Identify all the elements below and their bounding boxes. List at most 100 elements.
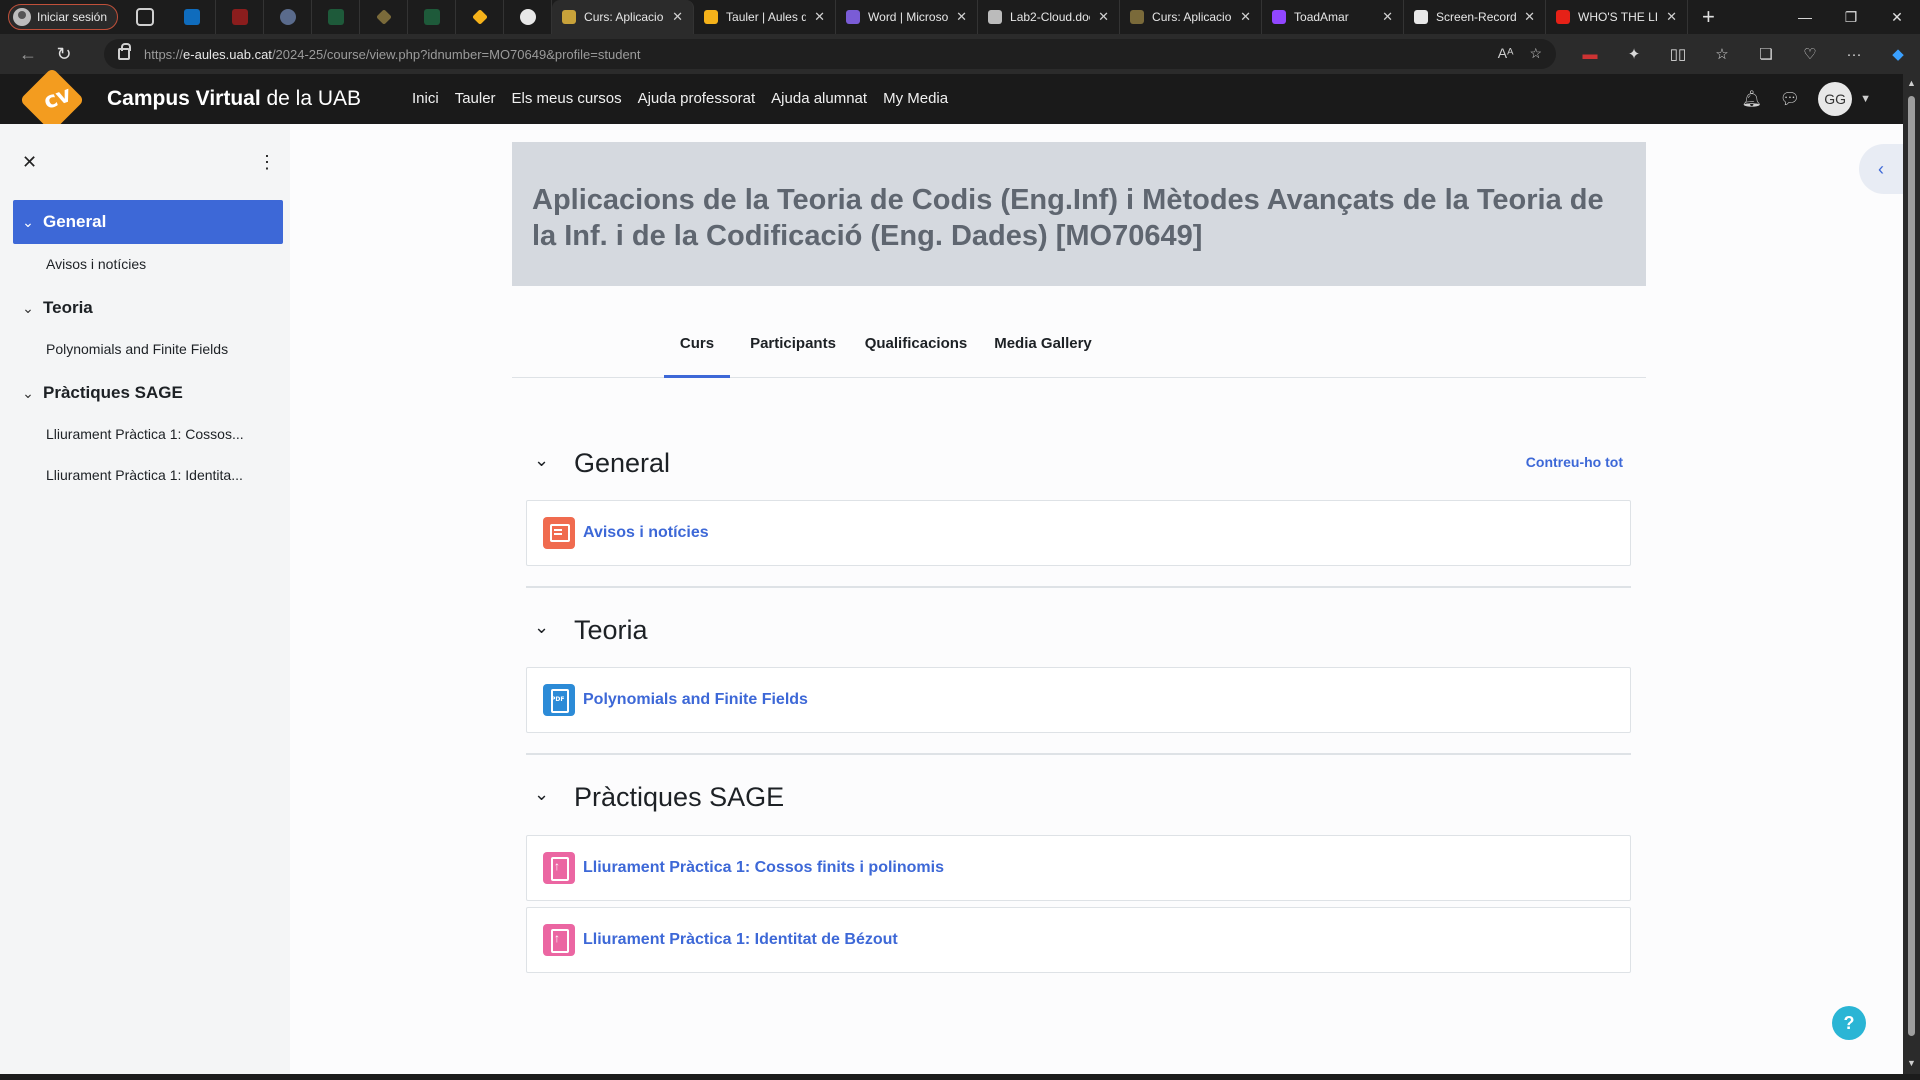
close-window-button[interactable]: ✕ bbox=[1874, 0, 1920, 34]
collections-icon[interactable]: ❏ bbox=[1744, 45, 1788, 63]
nav-item[interactable]: My Media bbox=[883, 90, 948, 107]
drawer-section-practiques[interactable]: ⌄ Pràctiques SAGE bbox=[13, 371, 283, 415]
chevron-down-icon[interactable]: ▼ bbox=[1860, 93, 1871, 105]
browser-tab[interactable]: ToadAmar ✕ bbox=[1262, 0, 1405, 34]
section-divider bbox=[526, 586, 1631, 588]
extensions-icon[interactable]: ✦ bbox=[1612, 45, 1656, 63]
tab-label: ToadAmar bbox=[1294, 10, 1349, 24]
close-tab-icon[interactable]: ✕ bbox=[1666, 9, 1677, 25]
chevron-down-icon[interactable]: ⌄ bbox=[534, 784, 549, 805]
read-aloud-icon[interactable]: Aᴬ bbox=[1498, 45, 1514, 62]
page-scrollbar[interactable]: ▲ ▼ bbox=[1903, 74, 1920, 1074]
pinned-tab-moodle[interactable] bbox=[360, 0, 409, 34]
drawer-item-polynomials[interactable]: Polynomials and Finite Fields bbox=[46, 341, 228, 357]
messages-icon[interactable]: 💬︎ bbox=[1780, 89, 1800, 109]
drawer-item-practica-cossos[interactable]: Lliurament Pràctica 1: Cossos... bbox=[46, 426, 244, 442]
drawer-section-general[interactable]: ⌄ General bbox=[13, 200, 283, 244]
section-title: Teoria bbox=[574, 615, 648, 645]
close-tab-icon[interactable]: ✕ bbox=[672, 9, 683, 25]
activity-polynomials[interactable]: Polynomials and Finite Fields bbox=[526, 667, 1631, 733]
tab-label: WHO'S THE LIAR bbox=[1578, 10, 1659, 24]
user-avatar[interactable]: GG bbox=[1818, 82, 1853, 116]
section-title: General bbox=[574, 448, 671, 478]
browser-tab[interactable]: Curs: Aplicacions ✕ bbox=[552, 0, 695, 34]
activity-practica-identitat[interactable]: Lliurament Pràctica 1: Identitat de Bézo… bbox=[526, 907, 1631, 973]
nav-item[interactable]: Els meus cursos bbox=[512, 90, 622, 107]
restore-button[interactable]: ❐ bbox=[1828, 0, 1874, 34]
browser-tab[interactable]: Lab2-Cloud.docx ✕ bbox=[978, 0, 1121, 34]
course-section-teoria: ⌄ Teoria Polynomials and Finite Fields bbox=[526, 607, 1631, 733]
pinned-tab-pdf[interactable] bbox=[216, 0, 265, 34]
pinned-tab-uab[interactable] bbox=[312, 0, 361, 34]
tab-label: Tauler | Aules de bbox=[726, 10, 807, 24]
minimize-button[interactable]: — bbox=[1782, 0, 1828, 34]
pinned-tab-outlook[interactable] bbox=[168, 0, 217, 34]
browser-tab[interactable]: Tauler | Aules de ✕ bbox=[694, 0, 837, 34]
settings-more-icon[interactable]: ··· bbox=[1832, 46, 1876, 63]
site-name[interactable]: Campus Virtual de la UAB bbox=[107, 87, 361, 111]
close-drawer-icon[interactable]: ✕ bbox=[22, 152, 37, 173]
nav-item[interactable]: Ajuda alumnat bbox=[771, 90, 867, 107]
browser-tab[interactable]: WHO'S THE LIAR ✕ bbox=[1546, 0, 1689, 34]
nav-item[interactable]: Inici bbox=[412, 90, 439, 107]
chevron-down-icon[interactable]: ⌄ bbox=[13, 300, 43, 317]
tab-favicon-icon bbox=[562, 10, 577, 24]
address-bar[interactable]: https://e-aules.uab.cat/2024-25/course/v… bbox=[104, 39, 1556, 69]
extension-flag-icon[interactable]: ▬ bbox=[1568, 46, 1612, 63]
close-tab-icon[interactable]: ✕ bbox=[1524, 9, 1535, 25]
open-block-drawer-button[interactable]: ‹ bbox=[1859, 144, 1903, 194]
tab-participants[interactable]: Participants bbox=[744, 314, 842, 378]
help-button[interactable]: ? bbox=[1832, 1006, 1866, 1040]
activity-practica-cossos[interactable]: Lliurament Pràctica 1: Cossos finits i p… bbox=[526, 835, 1631, 901]
collapse-all-link[interactable]: Contreu-ho tot bbox=[1526, 454, 1623, 470]
browser-profile-button[interactable]: Iniciar sesión bbox=[8, 4, 119, 30]
favorites-icon[interactable]: ☆ bbox=[1700, 45, 1744, 63]
nav-item[interactable]: Tauler bbox=[455, 90, 496, 107]
drawer-section-teoria[interactable]: ⌄ Teoria bbox=[13, 286, 283, 330]
tab-qualificacions[interactable]: Qualificacions bbox=[860, 314, 972, 378]
pinned-tab-uab-2[interactable] bbox=[408, 0, 457, 34]
pinned-tab-chatgpt[interactable] bbox=[504, 0, 553, 34]
new-tab-button[interactable]: + bbox=[1702, 4, 1715, 30]
reload-button[interactable]: ↻ bbox=[46, 44, 82, 65]
tab-media-gallery[interactable]: Media Gallery bbox=[988, 314, 1098, 378]
assignment-upload-icon bbox=[543, 852, 575, 884]
close-tab-icon[interactable]: ✕ bbox=[1240, 9, 1251, 25]
scroll-up-icon[interactable]: ▲ bbox=[1907, 78, 1916, 88]
close-tab-icon[interactable]: ✕ bbox=[1098, 9, 1109, 25]
moodle-diamond-icon bbox=[375, 9, 392, 25]
tab-curs[interactable]: Curs bbox=[664, 314, 730, 378]
notifications-bell-icon[interactable]: 🔔︎ bbox=[1741, 89, 1761, 109]
pinned-tab-moodle-2[interactable] bbox=[456, 0, 505, 34]
assignment-upload-icon bbox=[543, 924, 575, 956]
close-tab-icon[interactable]: ✕ bbox=[814, 9, 825, 25]
chevron-down-icon[interactable]: ⌄ bbox=[534, 617, 549, 638]
split-screen-icon[interactable]: ▯▯ bbox=[1656, 45, 1700, 63]
section-divider bbox=[526, 753, 1631, 755]
workspaces-icon[interactable] bbox=[136, 8, 155, 26]
more-options-icon[interactable]: ⋮ bbox=[258, 152, 276, 173]
pinned-tab-tracker[interactable] bbox=[264, 0, 313, 34]
browser-essentials-icon[interactable]: ♡ bbox=[1788, 45, 1832, 63]
drawer-item-avisos[interactable]: Avisos i notícies bbox=[46, 256, 146, 272]
lock-icon[interactable] bbox=[118, 43, 131, 60]
scroll-down-icon[interactable]: ▼ bbox=[1907, 1058, 1916, 1068]
copilot-icon[interactable]: ◆ bbox=[1876, 45, 1920, 63]
chevron-down-icon[interactable]: ⌄ bbox=[13, 385, 43, 402]
back-button[interactable]: ← bbox=[10, 44, 46, 65]
browser-tab[interactable]: Screen-Recorder ✕ bbox=[1404, 0, 1547, 34]
tab-favicon-icon bbox=[1556, 10, 1571, 24]
close-tab-icon[interactable]: ✕ bbox=[956, 9, 967, 25]
tab-favicon-icon bbox=[1272, 10, 1287, 24]
chevron-down-icon[interactable]: ⌄ bbox=[534, 450, 549, 471]
activity-avisos[interactable]: Avisos i notícies bbox=[526, 500, 1631, 566]
nav-item[interactable]: Ajuda professorat bbox=[638, 90, 756, 107]
browser-tab[interactable]: Word | Microsoft ✕ bbox=[836, 0, 979, 34]
drawer-item-practica-identitat[interactable]: Lliurament Pràctica 1: Identita... bbox=[46, 467, 243, 483]
circle-app-icon bbox=[279, 9, 296, 25]
close-tab-icon[interactable]: ✕ bbox=[1382, 9, 1393, 25]
browser-tab[interactable]: Curs: Aplicacions ✕ bbox=[1120, 0, 1263, 34]
favorite-star-icon[interactable]: ☆ bbox=[1529, 45, 1542, 62]
chevron-down-icon[interactable]: ⌄ bbox=[13, 214, 43, 231]
scrollbar-thumb[interactable] bbox=[1908, 96, 1915, 1036]
